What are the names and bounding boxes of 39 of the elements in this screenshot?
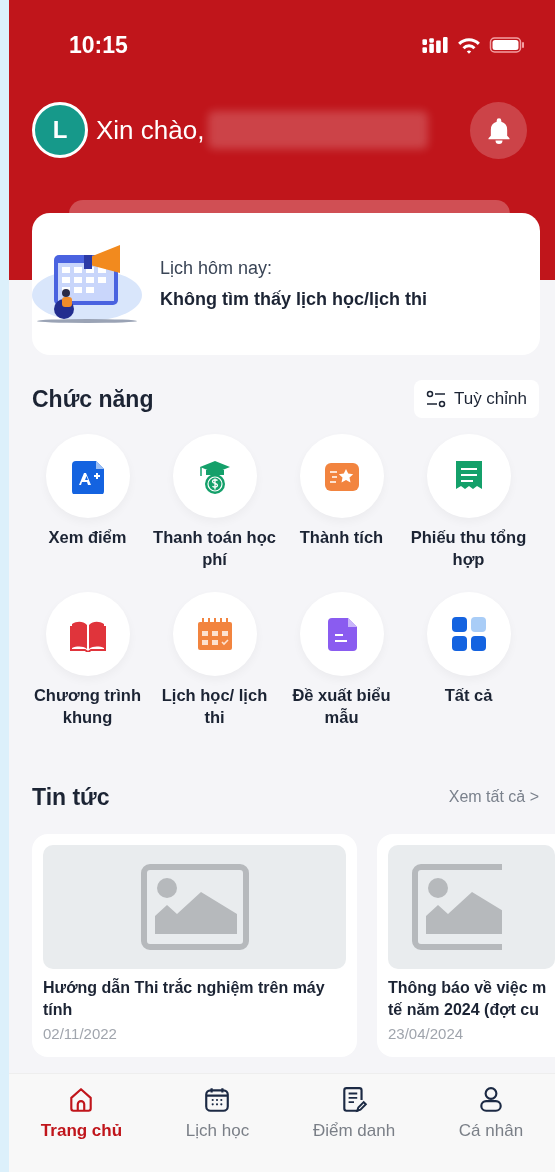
feature-label: Tất cả — [444, 684, 493, 706]
today-label: Lịch hôm nay: — [160, 257, 274, 280]
feature-label: Lịch học/ lịch thi — [160, 684, 269, 728]
section-title: Tin tức — [32, 782, 110, 812]
grid-icon — [450, 615, 487, 652]
feature-label: Đề xuất biểu mẫu — [291, 684, 392, 728]
wifi-icon — [457, 36, 481, 54]
feature-label: Thanh toán học phí — [152, 526, 277, 570]
notification-button[interactable] — [470, 101, 527, 159]
news-date: 02/11/2022 — [43, 1024, 118, 1044]
feature-label: Phiếu thu tổng hợp — [409, 526, 528, 570]
news-title: Thông báo về việc m tế năm 2024 (đợt cu — [388, 978, 548, 1020]
news-date: 23/04/2024 — [388, 1024, 465, 1044]
signal-icon — [421, 37, 449, 53]
sliders-icon — [425, 389, 446, 408]
news-card[interactable]: Hướng dẫn Thi trắc nghiệm trên máy tính 02/11/2022 — [32, 834, 357, 1057]
feature-label: Chương trình khung — [32, 684, 143, 728]
nav-tab[interactable]: Lịch học — [179, 1074, 256, 1172]
image-icon — [412, 864, 502, 950]
customize-button[interactable]: Tuỳ chỉnh — [413, 380, 539, 418]
image-icon — [140, 864, 249, 950]
feature-label: Xem điểm — [48, 526, 127, 548]
feature-label: Thành tích — [299, 526, 384, 548]
see-all-link[interactable]: Xem tất cả > — [448, 784, 539, 809]
person-icon — [477, 1086, 505, 1114]
news-title: Hướng dẫn Thi trắc nghiệm trên máy tính — [43, 977, 326, 1020]
news-card[interactable]: Thông báo về việc m tế năm 2024 (đợt cu 23/04/2024 — [377, 834, 555, 1057]
calendar-icon — [203, 1086, 232, 1114]
section-title: Chức năng — [32, 384, 154, 414]
nav-tab[interactable]: Điểm danh — [306, 1074, 402, 1172]
avatar-circle: L — [32, 102, 88, 158]
nav-tab[interactable]: Trang chủ — [34, 1074, 129, 1172]
greeting-text: Xin chào, — [96, 113, 205, 147]
today-message: Không tìm thấy lịch học/lịch thi — [160, 288, 427, 311]
document-pen-icon — [340, 1086, 368, 1114]
status-time: 10:15 — [69, 30, 128, 60]
nav-tab[interactable]: Cá nhân — [452, 1074, 530, 1172]
battery-icon — [489, 37, 525, 53]
calendar-icon — [196, 615, 233, 652]
